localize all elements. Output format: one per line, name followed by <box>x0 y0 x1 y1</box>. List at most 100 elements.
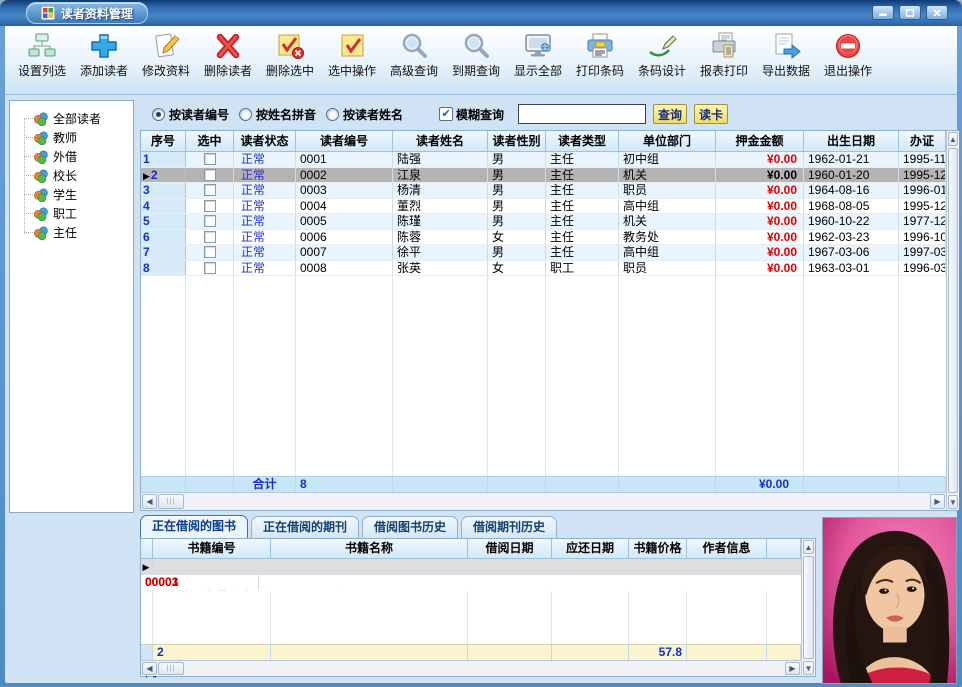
table-row[interactable]: 7正常0007徐平男主任高中组¥0.001967-03-061997-03- <box>141 245 946 261</box>
column-header[interactable]: 读者状态 <box>234 131 296 152</box>
column-header[interactable]: 读者性别 <box>488 131 546 152</box>
toolbar-button-delete-x[interactable]: 删除读者 <box>197 29 259 79</box>
book-table-vertical-scrollbar[interactable]: ▲ ▼ <box>801 539 815 676</box>
scroll-thumb[interactable]: ||| <box>158 662 184 675</box>
footer-book-count: 2 <box>153 645 271 660</box>
toolbar-button-note-check[interactable]: 选中操作 <box>321 29 383 79</box>
column-header[interactable]: 选中 <box>186 131 234 152</box>
toolbar-button-note-check-delete[interactable]: 删除选中 <box>259 29 321 79</box>
scroll-right-icon[interactable]: ▶ <box>785 662 800 675</box>
row-checkbox[interactable] <box>204 246 216 258</box>
row-seq-cell: 6 <box>141 230 186 245</box>
table-row[interactable]: 8正常0008张英女职工职员¥0.001963-03-011996-03- <box>141 261 946 277</box>
book-code: 00003 <box>141 575 259 590</box>
row-checkbox[interactable] <box>204 231 216 243</box>
row-checkbox[interactable] <box>204 169 216 181</box>
scroll-thumb[interactable] <box>948 148 958 493</box>
column-header[interactable]: 书籍名称 <box>271 539 468 559</box>
table-row[interactable]: 1正常0001陆强男主任初中组¥0.001962-01-211995-11- <box>141 152 946 168</box>
row-checkbox[interactable] <box>204 215 216 227</box>
row-checkbox[interactable] <box>204 184 216 196</box>
column-header[interactable]: 序号 <box>141 131 186 152</box>
book-table-empty-area <box>141 591 801 644</box>
row-checkbox[interactable] <box>204 200 216 212</box>
toolbar-button-printer-barcode[interactable]: 打印条码 <box>569 29 631 79</box>
table-row[interactable]: 4正常0004董烈男主任高中组¥0.001968-08-051995-12- <box>141 199 946 215</box>
read-card-button[interactable]: 读卡 <box>694 104 728 124</box>
sidebar-item-5[interactable]: 职工 <box>16 204 133 223</box>
column-header[interactable]: 读者姓名 <box>393 131 488 152</box>
search-input[interactable] <box>518 104 646 124</box>
row-name: 张英 <box>393 261 488 276</box>
toolbar-button-magnifier-due[interactable]: 到期查询 <box>445 29 507 79</box>
column-header[interactable]: 书籍价格 <box>629 539 687 559</box>
column-header[interactable]: 出生日期 <box>804 131 899 152</box>
sidebar-item-3[interactable]: 校长 <box>16 166 133 185</box>
scroll-down-icon[interactable]: ▼ <box>948 495 958 509</box>
scroll-down-icon[interactable]: ▼ <box>803 661 814 675</box>
column-header[interactable]: 应还日期 <box>552 539 629 559</box>
table-row[interactable]: 6正常0006陈蓉女主任教务处¥0.001962-03-231996-10- <box>141 230 946 246</box>
search-mode-radio-2[interactable]: 按读者姓名 <box>326 106 403 123</box>
column-header[interactable]: 押金金额 <box>716 131 804 152</box>
sidebar-item-0[interactable]: 全部读者 <box>16 109 133 128</box>
scroll-thumb[interactable] <box>803 556 814 659</box>
delete-x-icon <box>212 31 244 61</box>
toolbar-button-magnifier[interactable]: 高级查询 <box>383 29 445 79</box>
query-button[interactable]: 查询 <box>653 104 687 124</box>
tab-2[interactable]: 借阅图书历史 <box>362 516 458 538</box>
scroll-left-icon[interactable]: ◀ <box>142 494 157 509</box>
toolbar-button-add-plus[interactable]: 添加读者 <box>73 29 135 79</box>
toolbar-button-edit-pencil[interactable]: 修改资料 <box>135 29 197 79</box>
search-mode-radio-1[interactable]: 按姓名拼音 <box>239 106 316 123</box>
scroll-up-icon[interactable]: ▲ <box>803 540 814 554</box>
column-header[interactable]: 作者信息 <box>687 539 767 559</box>
scroll-left-icon[interactable]: ◀ <box>142 662 157 675</box>
column-header[interactable]: 书籍编号 <box>153 539 271 559</box>
maximize-button[interactable] <box>899 5 921 20</box>
sidebar-item-label: 全部读者 <box>53 110 101 127</box>
toolbar-button-org-chart[interactable]: 设置列选 <box>11 29 73 79</box>
column-header[interactable]: 读者类型 <box>546 131 619 152</box>
reader-table-vertical-scrollbar[interactable]: ▲ ▼ <box>946 131 959 510</box>
fuzzy-search-toggle[interactable]: ✔ 模糊查询 <box>439 106 504 123</box>
row-dept: 机关 <box>619 168 716 183</box>
sidebar-item-1[interactable]: 教师 <box>16 128 133 147</box>
table-row[interactable]: 3正常0003杨清男主任职员¥0.001964-08-161996-01- <box>141 183 946 199</box>
column-header[interactable]: 单位部门 <box>619 131 716 152</box>
row-checkbox[interactable] <box>204 262 216 274</box>
toolbar-button-exit-stop[interactable]: 退出操作 <box>817 29 879 79</box>
table-row[interactable]: 5正常0005陈瑾男主任机关¥0.001960-10-221977-12- <box>141 214 946 230</box>
tab-0[interactable]: 正在借阅的图书 <box>140 515 248 538</box>
column-header[interactable]: 借阅日期 <box>468 539 552 559</box>
scroll-thumb[interactable]: ||| <box>158 494 184 509</box>
column-header[interactable]: 读者编号 <box>296 131 393 152</box>
scroll-right-icon[interactable]: ▶ <box>930 494 945 509</box>
tab-3[interactable]: 借阅期刊历史 <box>461 516 557 538</box>
reader-table-horizontal-scrollbar[interactable]: ◀ ||| ▶ <box>141 492 946 510</box>
sidebar-item-4[interactable]: 学生 <box>16 185 133 204</box>
sidebar-item-2[interactable]: 外借 <box>16 147 133 166</box>
minimize-button[interactable] <box>872 5 894 20</box>
note-check-delete-icon <box>274 31 306 61</box>
toolbar-button-monitor[interactable]: 全显示全部 <box>507 29 569 79</box>
reader-table-main: 序号选中读者状态读者编号读者姓名读者性别读者类型单位部门押金金额出生日期办证 1… <box>141 131 946 510</box>
toolbar-button-export-arrow[interactable]: 导出数据 <box>755 29 817 79</box>
scroll-up-icon[interactable]: ▲ <box>948 132 958 146</box>
close-button[interactable] <box>926 5 948 20</box>
book-row[interactable]: 00003软件项目开发综合实训2010-11-252011-03-0538王泰峰… <box>141 575 801 591</box>
report-printer-icon <box>708 31 740 61</box>
toolbar-button-barcode-pen[interactable]: 条码设计 <box>631 29 693 79</box>
tab-1[interactable]: 正在借阅的期刊 <box>251 516 359 538</box>
row-gender: 男 <box>488 245 546 260</box>
table-row[interactable]: ▶2正常0002江泉男主任机关¥0.001960-01-201995-12- <box>141 168 946 184</box>
column-header[interactable]: 办证 <box>899 131 946 152</box>
sidebar-item-6[interactable]: 主任 <box>16 223 133 242</box>
book-row[interactable]: ▶00001网页制作上机指导2010-11-252011-03-0519.8苑鸿… <box>141 559 801 575</box>
row-gender: 女 <box>488 230 546 245</box>
book-table-horizontal-scrollbar[interactable]: ◀ ||| ▶ <box>141 660 801 676</box>
app-window: 读者资料管理 设置列选添加读者修改资料删除读者删除选中选中操作高级查询到期查询全… <box>0 0 962 687</box>
search-mode-radio-0[interactable]: 按读者编号 <box>152 106 229 123</box>
row-checkbox[interactable] <box>204 153 216 165</box>
toolbar-button-report-printer[interactable]: 报表打印 <box>693 29 755 79</box>
